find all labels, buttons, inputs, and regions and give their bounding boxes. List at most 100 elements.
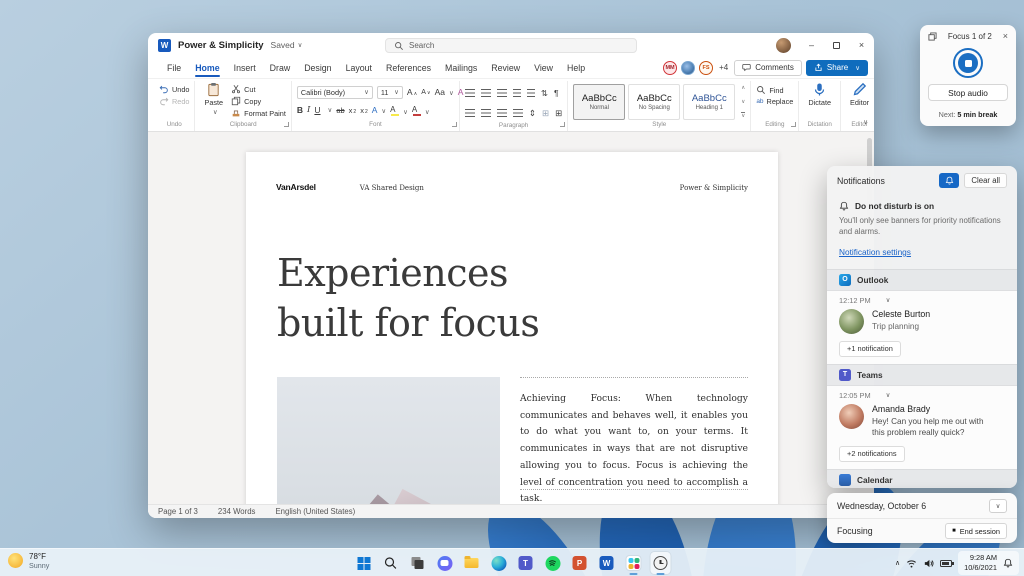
- redo-button[interactable]: Redo: [159, 96, 189, 106]
- dialog-launcher-icon[interactable]: [451, 122, 457, 127]
- collaborator-avatar[interactable]: MM: [663, 60, 678, 75]
- document-image[interactable]: [277, 377, 500, 504]
- chevron-up-icon[interactable]: ∧: [895, 559, 900, 567]
- bullet-list-icon[interactable]: [464, 89, 475, 97]
- style-normal[interactable]: AaBbCc Normal: [573, 84, 626, 120]
- search-input[interactable]: Search: [385, 38, 637, 53]
- style-no-spacing[interactable]: AaBbCc No Spacing: [628, 84, 681, 120]
- tab-view[interactable]: View: [527, 57, 560, 78]
- multilevel-list-icon[interactable]: [496, 89, 507, 97]
- collapse-ribbon-icon[interactable]: ∨: [863, 118, 868, 126]
- notification-settings-link[interactable]: Notification settings: [839, 247, 911, 257]
- change-case-button[interactable]: Aa ∨: [435, 87, 454, 97]
- find-button[interactable]: Find: [756, 85, 793, 95]
- shrink-font-button[interactable]: A ∨: [421, 89, 430, 96]
- comments-button[interactable]: Comments: [734, 59, 802, 76]
- chevron-down-icon[interactable]: ∨: [886, 296, 891, 304]
- tab-file[interactable]: File: [160, 57, 188, 78]
- more-notifications-button[interactable]: +1 notification: [839, 340, 901, 357]
- bold-button[interactable]: B: [297, 105, 303, 115]
- close-icon[interactable]: ×: [1003, 31, 1008, 41]
- editor-button[interactable]: Editor: [846, 81, 873, 108]
- line-spacing-icon[interactable]: ⇕: [529, 109, 536, 118]
- stop-focus-button[interactable]: [953, 48, 983, 78]
- sort-icon[interactable]: ⇅: [541, 89, 548, 98]
- font-name-select[interactable]: Calibri (Body) ∨: [296, 85, 373, 99]
- taskbar-search-button[interactable]: [381, 552, 401, 574]
- format-painter-button[interactable]: Format Paint: [231, 108, 286, 118]
- end-session-button[interactable]: ■ End session: [945, 523, 1007, 539]
- tab-help[interactable]: Help: [560, 57, 592, 78]
- page-count[interactable]: Page 1 of 3: [158, 507, 198, 516]
- notification-bell-icon[interactable]: [1003, 558, 1013, 568]
- chevron-down-icon[interactable]: ∨: [298, 41, 303, 49]
- align-right-icon[interactable]: [496, 109, 507, 117]
- numbered-list-icon[interactable]: [480, 89, 491, 97]
- chevron-down-icon[interactable]: ∨: [328, 106, 333, 114]
- collapse-calendar-button[interactable]: ∨: [989, 498, 1007, 513]
- tab-insert[interactable]: Insert: [227, 57, 263, 78]
- save-status[interactable]: Saved: [271, 40, 295, 50]
- copy-button[interactable]: Copy: [231, 96, 286, 106]
- highlight-button[interactable]: A ∨: [390, 104, 408, 116]
- decrease-indent-icon[interactable]: [512, 89, 521, 97]
- paste-button[interactable]: Paste ∨: [200, 81, 227, 117]
- share-button[interactable]: Share ∨: [805, 59, 868, 76]
- slack-button[interactable]: [624, 552, 644, 575]
- chat-button[interactable]: [435, 552, 455, 574]
- subscript-button[interactable]: x2: [349, 106, 357, 115]
- cut-button[interactable]: Cut: [231, 84, 286, 94]
- dialog-launcher-icon[interactable]: [791, 122, 797, 127]
- do-not-disturb-toggle[interactable]: [939, 173, 960, 188]
- clock-tray[interactable]: 9:28 AM 10/6/2021: [958, 551, 1019, 575]
- superscript-button[interactable]: x2: [360, 106, 368, 115]
- pilcrow-icon[interactable]: ¶: [554, 89, 559, 98]
- strikethrough-button[interactable]: ab: [336, 106, 344, 115]
- justify-icon[interactable]: [512, 109, 523, 117]
- teams-button[interactable]: T: [516, 552, 536, 574]
- borders-icon[interactable]: ⊞: [555, 109, 562, 118]
- font-size-select[interactable]: 11 ∨: [376, 85, 403, 99]
- shading-icon[interactable]: ⊞: [542, 109, 549, 118]
- document-page[interactable]: VanArsdel VA Shared Design Power & Simpl…: [246, 152, 778, 504]
- replace-button[interactable]: ab Replace: [756, 97, 793, 106]
- align-center-icon[interactable]: [480, 109, 491, 117]
- dictate-button[interactable]: Dictate: [804, 81, 835, 108]
- dialog-launcher-icon[interactable]: [560, 122, 566, 127]
- stop-audio-button[interactable]: Stop audio: [928, 84, 1008, 101]
- collaborator-avatar[interactable]: [681, 60, 696, 75]
- start-button[interactable]: [354, 552, 374, 574]
- tab-mailings[interactable]: Mailings: [438, 57, 484, 78]
- tab-draw[interactable]: Draw: [263, 57, 298, 78]
- collaborator-overflow[interactable]: +4: [719, 63, 728, 72]
- tab-design[interactable]: Design: [297, 57, 338, 78]
- collaborator-avatar[interactable]: FS: [699, 60, 714, 75]
- weather-widget[interactable]: 78°F Sunny: [8, 552, 49, 570]
- text-effects-button[interactable]: A ∨: [372, 105, 386, 115]
- edge-button[interactable]: [489, 552, 509, 574]
- align-left-icon[interactable]: [464, 109, 475, 117]
- dialog-launcher-icon[interactable]: [283, 122, 289, 127]
- word-button[interactable]: W: [597, 552, 617, 574]
- task-view-button[interactable]: [408, 552, 428, 574]
- language-status[interactable]: English (United States): [275, 507, 355, 516]
- spotify-button[interactable]: [543, 552, 563, 574]
- grow-font-button[interactable]: A ∧: [407, 87, 417, 97]
- clock-app-button[interactable]: [650, 552, 671, 575]
- style-gallery-arrows[interactable]: ∧ ∨ ∨: [738, 84, 746, 120]
- battery-icon[interactable]: [940, 559, 954, 567]
- tab-references[interactable]: References: [379, 57, 438, 78]
- italic-button[interactable]: I: [307, 105, 310, 115]
- tab-review[interactable]: Review: [484, 57, 527, 78]
- underline-button[interactable]: U: [314, 105, 320, 115]
- tab-home[interactable]: Home: [188, 57, 226, 78]
- file-explorer-button[interactable]: [462, 552, 482, 574]
- minimize-button[interactable]: –: [799, 33, 824, 57]
- word-count[interactable]: 234 Words: [218, 507, 256, 516]
- notification-card-teams[interactable]: 12:05 PM ∨ Amanda Brady Hey! Can you hel…: [827, 385, 1017, 469]
- app-group-teams[interactable]: T Teams: [827, 363, 1017, 386]
- volume-icon[interactable]: [923, 558, 934, 569]
- user-avatar[interactable]: [776, 37, 791, 53]
- more-notifications-button[interactable]: +2 notifications: [839, 445, 905, 462]
- increase-indent-icon[interactable]: [526, 89, 535, 97]
